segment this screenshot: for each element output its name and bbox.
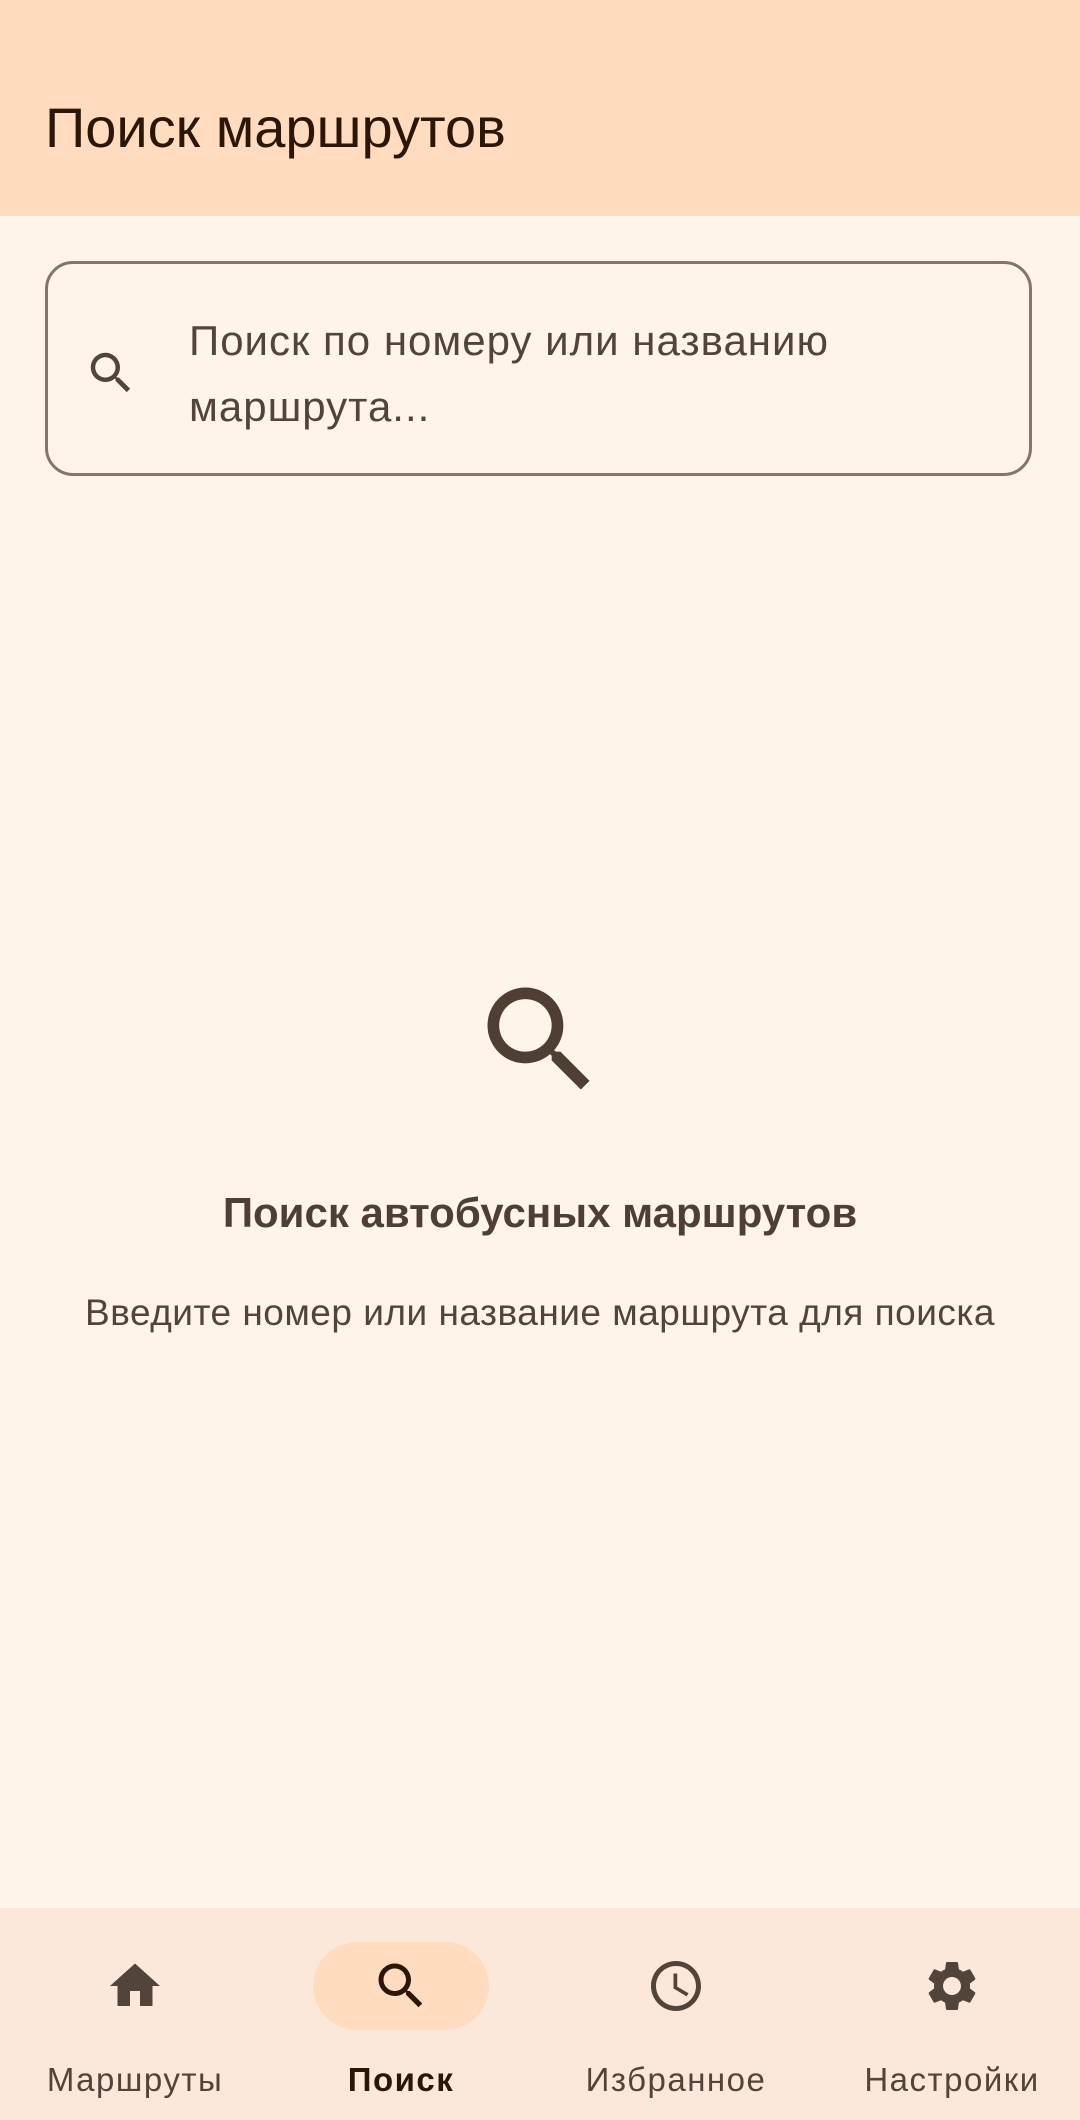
page-title: Поиск маршрутов [45, 96, 506, 159]
clock-icon [651, 1961, 701, 2011]
nav-label: Маршруты [46, 2061, 224, 2098]
search-icon [487, 987, 590, 1090]
empty-state: Поиск автобусных маршрутов Введите номер… [0, 970, 1080, 1333]
nav-item-settings[interactable]: Настройки [817, 1908, 1080, 2120]
search-input[interactable] [189, 308, 969, 438]
bottom-navigation: Маршруты Поиск Избранное Настройки [0, 1908, 1080, 2120]
search-icon [90, 352, 131, 393]
empty-state-subtitle: Введите номер или название маршрута для … [85, 1292, 995, 1333]
nav-label: Поиск [347, 2061, 455, 2098]
nav-label: Настройки [864, 2061, 1040, 2098]
nav-item-search[interactable]: Поиск [266, 1908, 536, 2120]
nav-label: Избранное [585, 2061, 767, 2098]
nav-item-favorites[interactable]: Избранное [541, 1908, 811, 2120]
empty-state-title: Поиск автобусных маршрутов [222, 1189, 858, 1236]
gear-icon [928, 1962, 976, 2010]
nav-item-routes[interactable]: Маршруты [0, 1908, 270, 2120]
search-field[interactable] [45, 261, 1032, 476]
home-icon [110, 1963, 160, 2006]
top-app-bar: Поиск маршрутов [0, 0, 1080, 216]
search-icon [378, 1963, 423, 2008]
